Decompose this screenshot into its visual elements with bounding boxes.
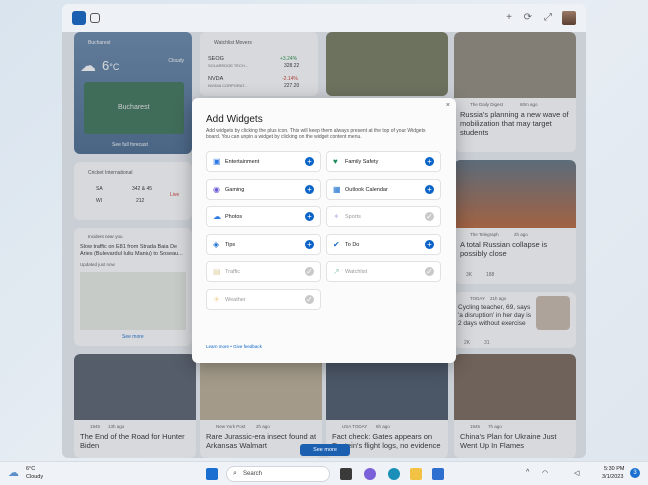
widget-option-label: Photos xyxy=(225,214,243,220)
add-widgets-dialog: × Add Widgets Add widgets by clicking th… xyxy=(192,98,456,363)
taskbar: ☁ 6°C Cloudy ⌕ Search ^ ◠ ◁ 5:30 PM 3/1/… xyxy=(0,461,648,485)
added-check-icon: ✓ xyxy=(305,294,314,304)
widget-option-family-safety[interactable]: ♥ Family Safety + xyxy=(326,151,441,172)
added-check-icon: ✓ xyxy=(425,267,434,276)
widget-option-outlook-calendar[interactable]: ▦ Outlook Calendar + xyxy=(326,178,441,200)
notification-badge[interactable]: 3 xyxy=(630,468,640,478)
volume-icon[interactable]: ◁ xyxy=(574,469,579,477)
gamepad-icon: ◉ xyxy=(213,184,220,194)
film-icon: ▣ xyxy=(213,157,221,166)
widget-option-label: To Do xyxy=(345,241,360,248)
cloud-icon: ☁ xyxy=(213,212,221,221)
taskbar-weather-condition: Cloudy xyxy=(26,474,44,480)
chevron-up-icon[interactable]: ^ xyxy=(526,469,529,476)
avatar[interactable] xyxy=(562,11,576,25)
widget-option-watchlist: ↗ Watchlist ✓ xyxy=(326,261,441,282)
search-box[interactable]: ⌕ Search xyxy=(226,466,330,482)
add-icon[interactable]: + xyxy=(305,212,314,221)
clock-date[interactable]: 3/1/2023 xyxy=(602,474,623,480)
widget-option-to-do[interactable]: ✔ To Do + xyxy=(326,233,441,255)
file-explorer-icon[interactable] xyxy=(410,468,422,480)
widget-option-photos[interactable]: ☁ Photos + xyxy=(206,206,321,227)
widget-option-label: Sports xyxy=(345,214,361,220)
home-tab[interactable] xyxy=(72,11,86,25)
chart-icon: ↗ xyxy=(333,267,340,276)
task-view-icon[interactable] xyxy=(340,468,352,480)
widget-option-label: Watchlist xyxy=(345,269,368,275)
calendar-icon: ▦ xyxy=(333,184,341,194)
widget-option-entertainment[interactable]: ▣ Entertainment + xyxy=(206,151,321,172)
widget-option-gaming[interactable]: ◉ Gaming + xyxy=(206,178,321,200)
video-tab[interactable] xyxy=(90,13,100,23)
add-icon[interactable]: + xyxy=(305,157,314,166)
sun-icon: ☀ xyxy=(213,294,221,304)
sports-icon: ✦ xyxy=(333,212,340,221)
add-icon[interactable]: + xyxy=(425,157,434,166)
widget-option-weather: ☀ Weather ✓ xyxy=(206,288,321,310)
widget-option-traffic: ▤ Traffic ✓ xyxy=(206,261,321,282)
network-icon[interactable]: ◠ xyxy=(542,469,548,477)
widget-option-label: Family Safety xyxy=(345,159,379,165)
add-icon[interactable]: + xyxy=(506,12,512,23)
chat-icon[interactable] xyxy=(364,468,376,480)
dialog-description: Add widgets by clicking the plus icon. T… xyxy=(206,128,426,140)
add-icon[interactable]: + xyxy=(305,184,314,194)
taskbar-weather-temp: 6°C xyxy=(26,466,36,472)
add-icon[interactable]: + xyxy=(425,184,434,194)
add-icon[interactable]: + xyxy=(425,239,434,249)
widget-option-label: Outlook Calendar xyxy=(345,186,388,193)
added-check-icon: ✓ xyxy=(425,212,434,221)
close-icon[interactable]: × xyxy=(446,102,450,109)
check-icon: ✔ xyxy=(333,239,340,249)
search-icon: ⌕ xyxy=(233,470,237,477)
widget-option-label: Entertainment xyxy=(225,159,260,165)
widget-option-label: Gaming xyxy=(225,186,245,193)
clock-time[interactable]: 5:30 PM xyxy=(604,466,624,472)
taskbar-weather-icon[interactable]: ☁ xyxy=(8,466,19,479)
added-check-icon: ✓ xyxy=(305,267,314,276)
widget-option-label: Traffic xyxy=(225,269,240,275)
store-icon[interactable] xyxy=(432,468,444,480)
widget-option-label: Weather xyxy=(225,296,246,303)
expand-icon[interactable]: ⤢ xyxy=(544,12,552,23)
widget-option-sports: ✦ Sports ✓ xyxy=(326,206,441,227)
heart-icon: ♥ xyxy=(333,157,338,166)
refresh-icon[interactable]: ⟳ xyxy=(524,12,532,23)
see-more-button[interactable]: See more xyxy=(300,444,350,456)
dialog-footer-links[interactable]: Learn more • Give feedback xyxy=(206,344,262,349)
dialog-title: Add Widgets xyxy=(206,114,263,125)
traffic-icon: ▤ xyxy=(213,267,221,276)
add-icon[interactable]: + xyxy=(305,239,314,249)
widget-option-label: Tips xyxy=(225,241,236,248)
start-icon[interactable] xyxy=(206,468,218,480)
widgets-header: + ⟳ ⤢ xyxy=(62,4,586,32)
edge-icon[interactable] xyxy=(388,468,400,480)
widget-option-tips[interactable]: ◈ Tips + xyxy=(206,233,321,255)
lightbulb-icon: ◈ xyxy=(213,239,220,249)
